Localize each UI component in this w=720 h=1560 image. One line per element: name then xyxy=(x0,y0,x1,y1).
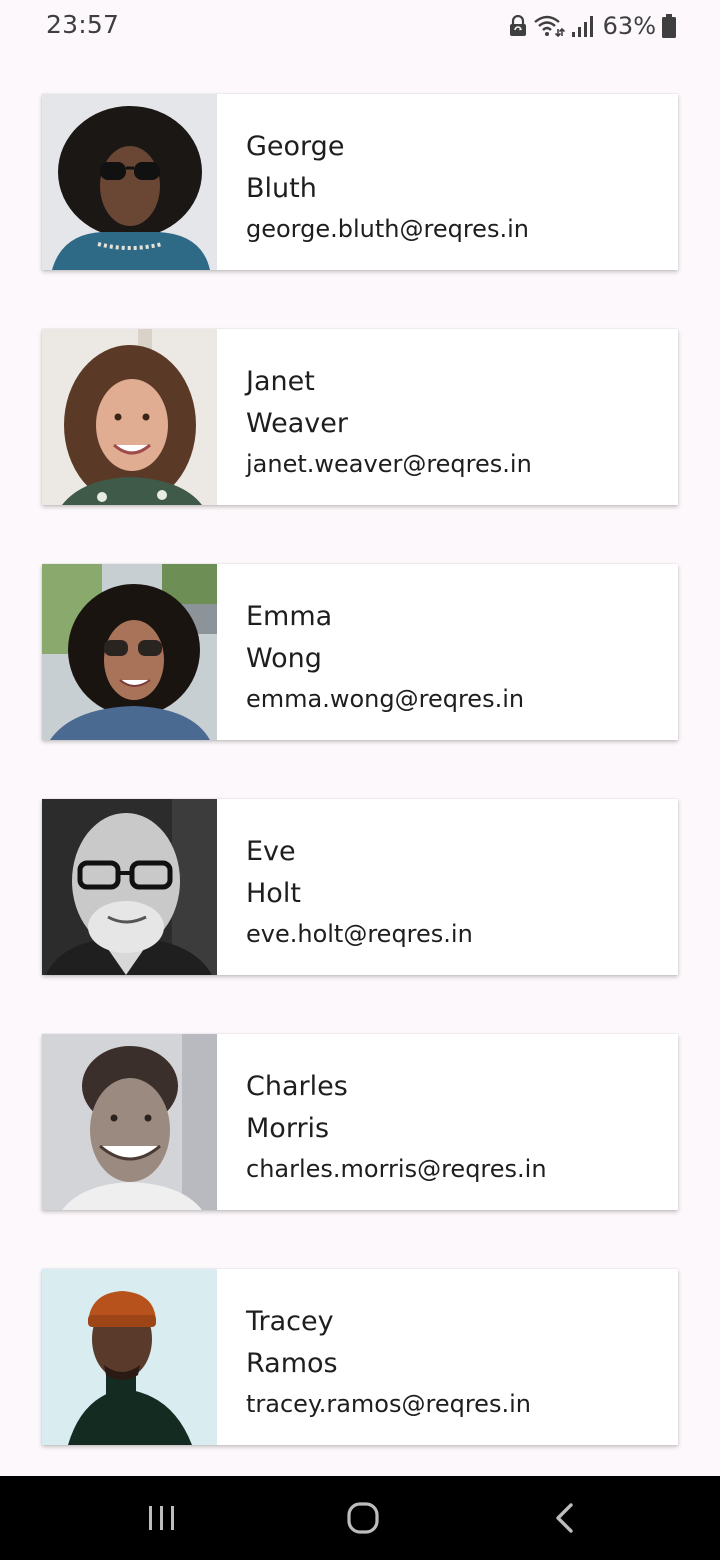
back-icon[interactable] xyxy=(542,1496,586,1540)
user-email: george.bluth@reqres.in xyxy=(246,215,529,243)
user-avatar xyxy=(42,329,217,505)
status-bar: 23:57 63% xyxy=(0,0,720,52)
user-first-name: Tracey xyxy=(246,1306,334,1337)
lock-sync-icon xyxy=(509,15,527,37)
user-avatar xyxy=(42,1034,217,1210)
signal-icon xyxy=(571,14,595,38)
user-last-name: Bluth xyxy=(246,173,317,204)
user-email: janet.weaver@reqres.in xyxy=(246,450,532,478)
user-avatar xyxy=(42,94,217,270)
home-icon[interactable] xyxy=(341,1496,385,1540)
user-card[interactable]: Tracey Ramos tracey.ramos@reqres.in xyxy=(42,1269,678,1445)
user-info: Charles Morris charles.morris@reqres.in xyxy=(217,1034,547,1210)
user-first-name: Eve xyxy=(246,836,296,867)
user-avatar xyxy=(42,564,217,740)
user-first-name: Janet xyxy=(246,366,315,397)
battery-icon xyxy=(662,14,676,38)
user-info: Tracey Ramos tracey.ramos@reqres.in xyxy=(217,1269,531,1445)
user-email: emma.wong@reqres.in xyxy=(246,685,525,713)
recent-apps-icon[interactable] xyxy=(140,1496,184,1540)
user-last-name: Wong xyxy=(246,643,322,674)
user-card[interactable]: Charles Morris charles.morris@reqres.in xyxy=(42,1034,678,1210)
user-first-name: Charles xyxy=(246,1071,348,1102)
status-icons: 63% xyxy=(509,10,676,42)
user-card[interactable]: Eve Holt eve.holt@reqres.in xyxy=(42,799,678,975)
user-last-name: Morris xyxy=(246,1113,330,1144)
user-avatar xyxy=(42,1269,217,1445)
user-info: George Bluth george.bluth@reqres.in xyxy=(217,94,529,270)
user-email: eve.holt@reqres.in xyxy=(246,920,473,948)
user-email: charles.morris@reqres.in xyxy=(246,1155,547,1183)
wifi-icon xyxy=(533,14,565,38)
user-last-name: Weaver xyxy=(246,408,348,439)
status-time: 23:57 xyxy=(46,10,120,39)
user-email: tracey.ramos@reqres.in xyxy=(246,1390,531,1418)
user-info: Emma Wong emma.wong@reqres.in xyxy=(217,564,524,740)
user-card[interactable]: Emma Wong emma.wong@reqres.in xyxy=(42,564,678,740)
user-card[interactable]: Janet Weaver janet.weaver@reqres.in xyxy=(42,329,678,505)
user-last-name: Ramos xyxy=(246,1348,338,1379)
user-avatar xyxy=(42,799,217,975)
user-card[interactable]: George Bluth george.bluth@reqres.in xyxy=(42,94,678,270)
navigation-bar xyxy=(0,1476,720,1560)
battery-percent: 63% xyxy=(602,12,656,40)
user-info: Janet Weaver janet.weaver@reqres.in xyxy=(217,329,532,505)
user-info: Eve Holt eve.holt@reqres.in xyxy=(217,799,473,975)
user-first-name: Emma xyxy=(246,601,333,632)
user-last-name: Holt xyxy=(246,878,301,909)
user-first-name: George xyxy=(246,131,345,162)
